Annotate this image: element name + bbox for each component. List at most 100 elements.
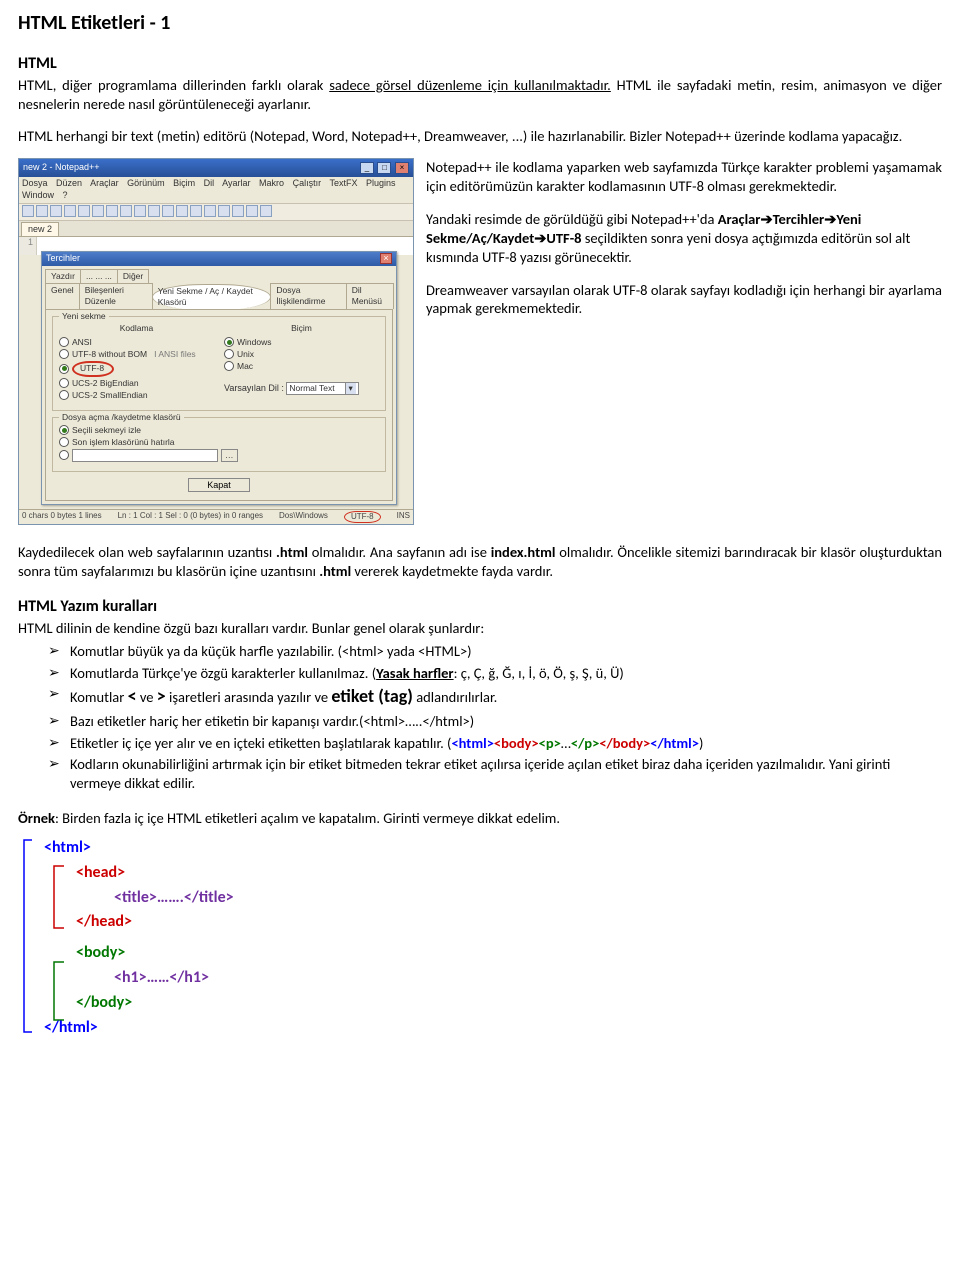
text: HTML, diğer programlama dillerinden fark… [18,76,329,94]
code-line: <html> [44,838,91,857]
toolbar-icon[interactable] [106,205,118,217]
toolbar-icon[interactable] [246,205,258,217]
text: Etiketler iç içe yer alır ve en içteki e… [70,734,451,752]
toolbar-icon[interactable] [78,205,90,217]
toolbar-icon[interactable] [176,205,188,217]
tab-item[interactable]: Dosya İlişkilendirme [270,283,346,308]
menu-item[interactable]: Plugins [366,178,396,188]
path-dropdown[interactable] [72,449,218,462]
tab-item[interactable]: Yazdır [45,269,81,283]
toolbar-icon[interactable] [218,205,230,217]
close-icon[interactable]: × [395,162,409,174]
radio-option[interactable]: ANSI [59,337,214,348]
code-line: <title>…….</title> [114,888,234,907]
menu-item[interactable]: Dil [204,178,215,188]
toolbar-icon[interactable] [260,205,272,217]
text: : ç, Ç, ğ, Ğ, ı, İ, ö, Ö, ş, Ş, ü, Ü) [454,664,624,682]
file-tab[interactable]: new 2 [21,222,59,237]
preferences-dialog: Tercihler × Yazdır ... ... ... Diğer Gen… [41,251,397,505]
close-button[interactable]: Kapat [188,478,250,492]
menu-item[interactable]: Görünüm [127,178,165,188]
toolbar-icon[interactable] [190,205,202,217]
radio-option[interactable]: UTF-8 without BOM I ANSI files [59,349,214,360]
text-big: > [157,685,166,707]
menu-item[interactable]: Araçlar [90,178,119,188]
text-bold: Örnek [18,809,55,827]
tab-item[interactable]: Dil Menüsü [346,283,394,308]
radio-option[interactable]: UCS-2 SmallEndian [59,390,214,401]
opt-label: UCS-2 SmallEndian [72,390,148,401]
dialog-title: Tercihler [46,253,80,265]
toolbar-icon[interactable] [36,205,48,217]
status-os: Dos\Windows [279,511,328,523]
tab-item[interactable]: Bileşenleri Düzenle [79,283,153,308]
para-html-2: HTML herhangi bir text (metin) editörü (… [18,127,942,146]
tab-item[interactable]: Diğer [117,269,149,283]
minimize-icon[interactable]: _ [360,162,374,174]
npp-tabs[interactable]: new 2 [19,221,413,238]
chevron-down-icon[interactable]: ▾ [345,383,356,394]
code-line: <head> [76,863,125,882]
browse-button[interactable]: … [221,449,238,462]
radio-option-selected[interactable]: Seçili sekmeyi izle [59,425,379,436]
status-mid: Ln : 1 Col : 1 Sel : 0 (0 bytes) in 0 ra… [118,511,263,523]
menu-item[interactable]: Çalıştır [293,178,322,188]
menu-item[interactable]: Dosya [22,178,48,188]
text-underline: sadece görsel düzenleme için kullanılmak… [329,76,611,94]
npp-menubar[interactable]: Dosya Düzen Araçlar Görünüm Biçim Dil Ay… [19,177,413,203]
default-lang-dropdown[interactable]: Normal Text▾ [286,382,358,395]
tab-item[interactable]: ... ... ... [80,269,118,283]
toolbar-icon[interactable] [64,205,76,217]
toolbar-icon[interactable] [50,205,62,217]
radio-option[interactable]: UCS-2 BigEndian [59,378,214,389]
window-buttons: _ □ × [359,162,409,174]
code-line: <h1>……</h1> [114,968,209,987]
menu-item[interactable]: Makro [259,178,284,188]
toolbar-icon[interactable] [162,205,174,217]
menu-item[interactable]: Düzen [56,178,82,188]
toolbar-icon[interactable] [120,205,132,217]
code-line: </head> [76,912,132,931]
opt-label: Seçili sekmeyi izle [72,425,141,436]
radio-option[interactable]: … [59,449,379,462]
menu-item[interactable]: Biçim [173,178,195,188]
code-html: </html> [650,734,699,752]
radio-option[interactable]: Son işlem klasörünü hatırla [59,437,379,448]
text: Komutlarda Türkçe'ye özgü karakterler ku… [70,664,376,682]
toolbar-icon[interactable] [22,205,34,217]
npp-toolbar[interactable] [19,204,413,221]
tab-item[interactable]: Genel [45,283,80,308]
text-bold: .html [319,562,351,580]
toolbar-icon[interactable] [204,205,216,217]
toolbar-icon[interactable] [92,205,104,217]
radio-option[interactable]: Unix [224,349,379,360]
code-html: <html> [451,734,493,752]
menu-item[interactable]: Ayarlar [222,178,250,188]
npp-window-title: new 2 - Notepad++ [23,162,100,174]
para-right-2: Yandaki resimde de görüldüğü gibi Notepa… [426,210,942,267]
dialog-tabs[interactable]: Yazdır ... ... ... Diğer Genel Bileşenle… [45,269,393,308]
code-line: <body> [76,943,125,962]
maximize-icon[interactable]: □ [377,162,391,174]
toolbar-icon[interactable] [148,205,160,217]
list-item: Etiketler iç içe yer alır ve en içteki e… [48,734,942,753]
text: adlandırılırlar. [413,688,497,706]
radio-option[interactable]: Mac [224,361,379,372]
text: işaretleri arasında yazılır ve [166,688,332,706]
opt-label: Son işlem klasörünü hatırla [72,437,175,448]
menu-item[interactable]: ? [63,190,68,200]
menu-item[interactable]: Window [22,190,54,200]
code-tree: <html> <head> <title>…….</title> </head>… [18,832,942,1062]
close-icon[interactable]: × [380,253,392,264]
text-bold-underline: Yasak harfler [376,664,453,682]
para-right-1: Notepad++ ile kodlama yaparken web sayfa… [426,158,942,196]
menu-item[interactable]: TextFX [329,178,357,188]
group-title: Kodlama [59,323,214,334]
radio-option-selected[interactable]: UTF-8 [59,361,214,377]
text-bold: index.html [491,543,556,561]
dropdown-value: Normal Text [289,383,344,394]
toolbar-icon[interactable] [232,205,244,217]
tab-item-active[interactable]: Yeni Sekme / Aç / Kaydet Klasörü [152,284,272,309]
radio-option-selected[interactable]: Windows [224,337,379,348]
toolbar-icon[interactable] [134,205,146,217]
